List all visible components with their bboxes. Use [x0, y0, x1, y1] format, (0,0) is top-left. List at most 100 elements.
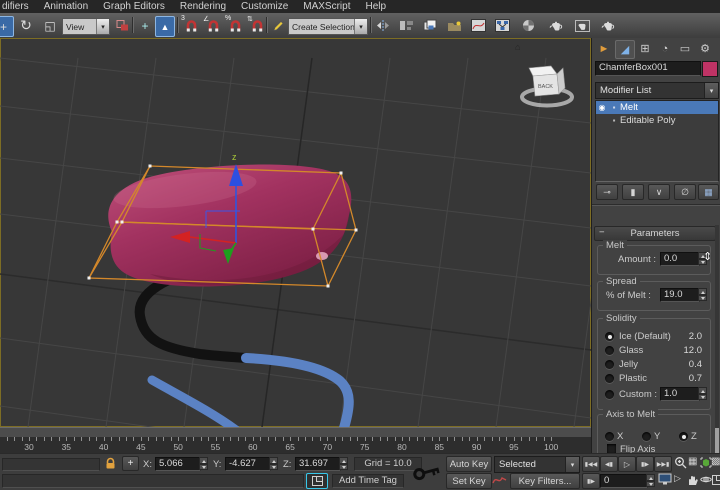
- show-end-result-button[interactable]: ▮: [622, 184, 644, 200]
- go-to-start-button[interactable]: ▮◀◀: [582, 456, 600, 472]
- menu-rendering[interactable]: Rendering: [180, 1, 226, 12]
- rendered-frame-window-icon[interactable]: [572, 16, 592, 35]
- spinner-snap-icon[interactable]: ⇅: [247, 16, 267, 35]
- collapse-icon[interactable]: −: [599, 227, 605, 238]
- align-icon[interactable]: [396, 16, 416, 35]
- custom-field[interactable]: 1.0: [660, 387, 700, 401]
- tab-modify[interactable]: ◢: [615, 40, 635, 59]
- frame-spinner[interactable]: [646, 474, 655, 487]
- radio-ice[interactable]: [605, 332, 614, 341]
- selection-lock-icon[interactable]: [104, 457, 117, 470]
- render-production-icon[interactable]: [598, 16, 618, 35]
- set-key-button[interactable]: Set Key: [446, 473, 492, 489]
- remove-modifier-button[interactable]: ∅: [674, 184, 696, 200]
- x-coord-field[interactable]: 5.066: [155, 457, 201, 471]
- zoom-icon[interactable]: [674, 456, 687, 470]
- key-filters-button[interactable]: Key Filters...: [510, 473, 580, 489]
- tube-blue-lower-segment[interactable]: [152, 380, 236, 427]
- mirror-icon[interactable]: [373, 16, 393, 35]
- named-selection-sets-icon[interactable]: [269, 16, 289, 35]
- radio-plastic[interactable]: [605, 374, 614, 383]
- radio-axis-x[interactable]: [605, 432, 614, 441]
- stack-item-editable-poly[interactable]: ▪ Editable Poly: [596, 114, 718, 127]
- default-in-out-tangents-icon[interactable]: [492, 474, 507, 486]
- transform-typein-toggle[interactable]: +: [122, 456, 139, 471]
- chevron-down-icon[interactable]: ▾: [96, 19, 109, 34]
- keyboard-override-icon[interactable]: ▲: [155, 16, 175, 37]
- go-to-end-button[interactable]: ▶▶▮: [654, 456, 672, 472]
- z-coord-spinner[interactable]: [339, 457, 348, 470]
- select-move-icon[interactable]: +: [0, 16, 14, 37]
- object-name-field[interactable]: ChamferBox001: [595, 61, 701, 76]
- viewcube-home-icon[interactable]: ⌂: [515, 42, 520, 52]
- key-mode-toggle[interactable]: ▮▶: [582, 473, 600, 489]
- field-of-view-icon[interactable]: ▷: [674, 473, 681, 484]
- make-unique-button[interactable]: ∨: [648, 184, 670, 200]
- x-coord-spinner[interactable]: [199, 457, 208, 470]
- custom-spinner[interactable]: [698, 387, 707, 400]
- perspective-viewport[interactable]: z BACK ⌂: [0, 38, 591, 427]
- add-time-tag[interactable]: Add Time Tag: [332, 474, 404, 488]
- amount-field[interactable]: 0.0: [660, 252, 700, 266]
- percent-snap-icon[interactable]: %: [225, 16, 245, 35]
- select-scale-icon[interactable]: ◱: [40, 16, 60, 35]
- radio-custom[interactable]: [605, 390, 614, 399]
- chevron-down-icon[interactable]: ▾: [565, 457, 579, 472]
- zoom-all-icon[interactable]: ▦: [688, 456, 697, 467]
- parameters-rollout-header[interactable]: − Parameters: [594, 226, 716, 241]
- graphite-ribbon-icon[interactable]: [444, 16, 464, 35]
- object-color-swatch[interactable]: [702, 61, 718, 77]
- menu-modifiers[interactable]: difiers: [2, 1, 29, 12]
- modifier-stack[interactable]: ◉ ▪ Melt ▪ Editable Poly: [595, 100, 719, 182]
- use-pivot-center-icon[interactable]: [112, 16, 132, 35]
- radio-jelly[interactable]: [605, 360, 614, 369]
- select-manipulate-icon[interactable]: +: [135, 16, 155, 35]
- tab-display[interactable]: ▭: [676, 40, 694, 57]
- y-coord-spinner[interactable]: [269, 457, 278, 470]
- viewcube[interactable]: BACK: [522, 66, 572, 106]
- radio-axis-y[interactable]: [642, 432, 651, 441]
- time-configuration-icon[interactable]: [658, 473, 672, 486]
- y-coord-field[interactable]: -4.627: [225, 457, 271, 471]
- set-key-key-icon[interactable]: [412, 457, 442, 487]
- menu-customize[interactable]: Customize: [241, 1, 288, 12]
- pct-of-melt-field[interactable]: 19.0: [660, 288, 700, 302]
- tab-hierarchy[interactable]: ⊞: [636, 40, 654, 57]
- isolate-selection-toggle[interactable]: [306, 473, 328, 489]
- chevron-down-icon[interactable]: ▾: [704, 83, 718, 98]
- select-rotate-icon[interactable]: ↻: [16, 16, 36, 35]
- selection-filter-dropdown[interactable]: Selected ▾: [494, 456, 580, 473]
- menu-help[interactable]: Help: [366, 1, 387, 12]
- z-coord-field[interactable]: 31.697: [295, 457, 341, 471]
- tab-create[interactable]: ►: [595, 40, 613, 57]
- layer-manager-icon[interactable]: [420, 16, 440, 35]
- pct-of-melt-spinner[interactable]: [698, 288, 707, 301]
- play-button[interactable]: ▷: [618, 456, 636, 472]
- menu-animation[interactable]: Animation: [44, 1, 88, 12]
- flip-axis-checkbox[interactable]: [607, 444, 616, 453]
- modifier-list-dropdown[interactable]: Modifier List ▾: [595, 82, 719, 99]
- material-editor-icon[interactable]: [518, 16, 538, 35]
- pin-stack-button[interactable]: ⊸: [596, 184, 618, 200]
- schematic-view-icon[interactable]: [492, 16, 512, 35]
- radio-axis-z[interactable]: [679, 432, 688, 441]
- zoom-extents-all-icon[interactable]: ▩: [711, 456, 720, 467]
- stack-item-melt[interactable]: ◉ ▪ Melt: [596, 101, 718, 114]
- tab-motion[interactable]: ◔: [656, 40, 674, 57]
- maximize-viewport-toggle[interactable]: [712, 475, 720, 485]
- panel-scrollbar-thumb[interactable]: [715, 428, 719, 455]
- previous-frame-button[interactable]: ◀▮: [600, 456, 618, 472]
- tab-utilities[interactable]: ⚙: [696, 40, 714, 57]
- tube-blue-segment[interactable]: [246, 358, 349, 427]
- radio-glass[interactable]: [605, 346, 614, 355]
- chevron-down-icon[interactable]: ▾: [354, 19, 367, 34]
- panel-scrollbar[interactable]: [715, 225, 719, 455]
- angle-snap-icon[interactable]: ∠: [203, 16, 223, 35]
- orbit-icon[interactable]: [700, 473, 712, 486]
- track-bar[interactable]: 3035404550556065707580859095100: [0, 437, 591, 453]
- snap-toggle-3d-icon[interactable]: 3: [181, 16, 201, 35]
- spline-tube[interactable]: [140, 268, 349, 427]
- next-frame-button[interactable]: ▮▶: [636, 456, 654, 472]
- current-frame-field[interactable]: 0: [600, 474, 648, 488]
- render-setup-icon[interactable]: [546, 16, 566, 35]
